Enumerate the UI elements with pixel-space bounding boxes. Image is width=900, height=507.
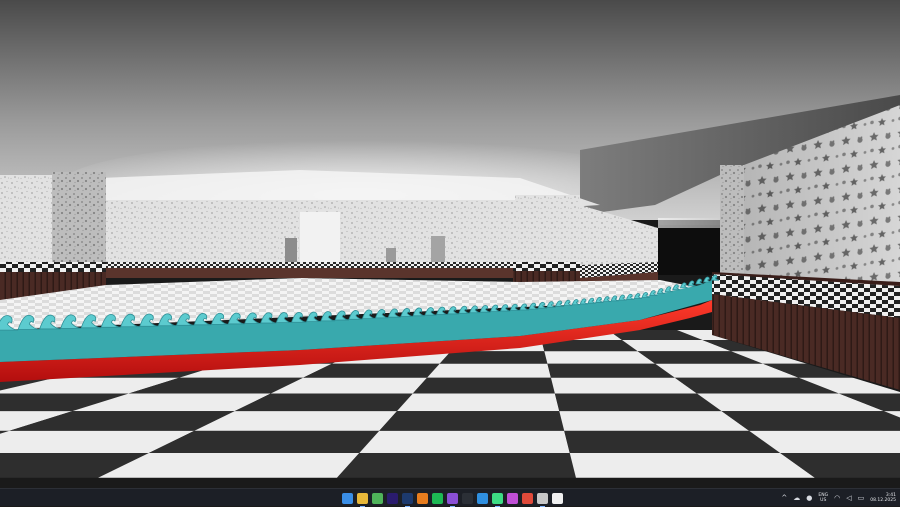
floor-tile	[440, 351, 548, 364]
clock[interactable]: 3:41 08.12.2025	[870, 493, 896, 504]
taskbar-pinned-apps	[342, 491, 563, 505]
app-purple-icon[interactable]	[507, 493, 518, 504]
cloud-icon[interactable]: ☁	[793, 495, 800, 502]
floor-tile	[359, 431, 569, 453]
app-circle-icon[interactable]	[447, 493, 458, 504]
windows-start-icon[interactable]	[342, 493, 353, 504]
game-scene	[0, 0, 900, 488]
windows-taskbar: ^ ☁ ● ENG US ◠ ◁ ▭ 3:41 08.12.2025	[0, 488, 900, 506]
floor-tile	[555, 394, 722, 412]
left-wall-block	[0, 175, 52, 267]
center-pillar	[515, 195, 580, 270]
floor-tile	[337, 453, 576, 478]
tray-overflow-chevron-icon[interactable]: ^	[781, 495, 787, 502]
clock-date: 08.12.2025	[870, 498, 896, 504]
wave-ornament	[696, 279, 704, 284]
vscode-icon[interactable]	[477, 493, 488, 504]
floor-tile	[722, 411, 900, 431]
language-indicator[interactable]: ENG US	[818, 493, 828, 504]
premiere-icon[interactable]	[387, 493, 398, 504]
floor-tile	[379, 411, 564, 431]
floor-tile	[413, 378, 555, 394]
blender-icon[interactable]	[417, 493, 428, 504]
floor-tile	[544, 351, 655, 364]
spotify-icon[interactable]	[432, 493, 443, 504]
github-icon[interactable]	[462, 493, 473, 504]
wave-ornament	[688, 281, 696, 286]
floor-tile	[564, 431, 780, 453]
file-explorer-icon[interactable]	[357, 493, 368, 504]
game-viewport[interactable]	[0, 0, 900, 488]
floor-tile	[397, 394, 559, 412]
wifi-icon[interactable]: ◠	[834, 495, 840, 502]
dark-corridor	[658, 225, 722, 275]
browser-icon[interactable]	[372, 493, 383, 504]
right-wall-corner	[720, 165, 744, 275]
battery-icon[interactable]: ▭	[858, 495, 865, 502]
floor-tile	[427, 364, 551, 378]
photoshop-icon[interactable]	[402, 493, 413, 504]
android-studio-icon[interactable]	[492, 493, 503, 504]
volume-icon[interactable]: ◁	[846, 495, 851, 502]
system-tray: ^ ☁ ● ENG US ◠ ◁ ▭ 3:41 08.12.2025	[781, 489, 896, 507]
location-icon[interactable]: ●	[806, 495, 812, 502]
floor-tile	[547, 364, 674, 378]
unreal-engine-icon[interactable]	[552, 493, 563, 504]
floor-tile	[570, 453, 815, 478]
floor-tile	[559, 411, 749, 431]
app-grid-icon[interactable]	[537, 493, 548, 504]
chrome-icon[interactable]	[522, 493, 533, 504]
left-pillar	[52, 172, 106, 267]
language-region: US	[820, 498, 826, 504]
floor-tile	[551, 378, 697, 394]
